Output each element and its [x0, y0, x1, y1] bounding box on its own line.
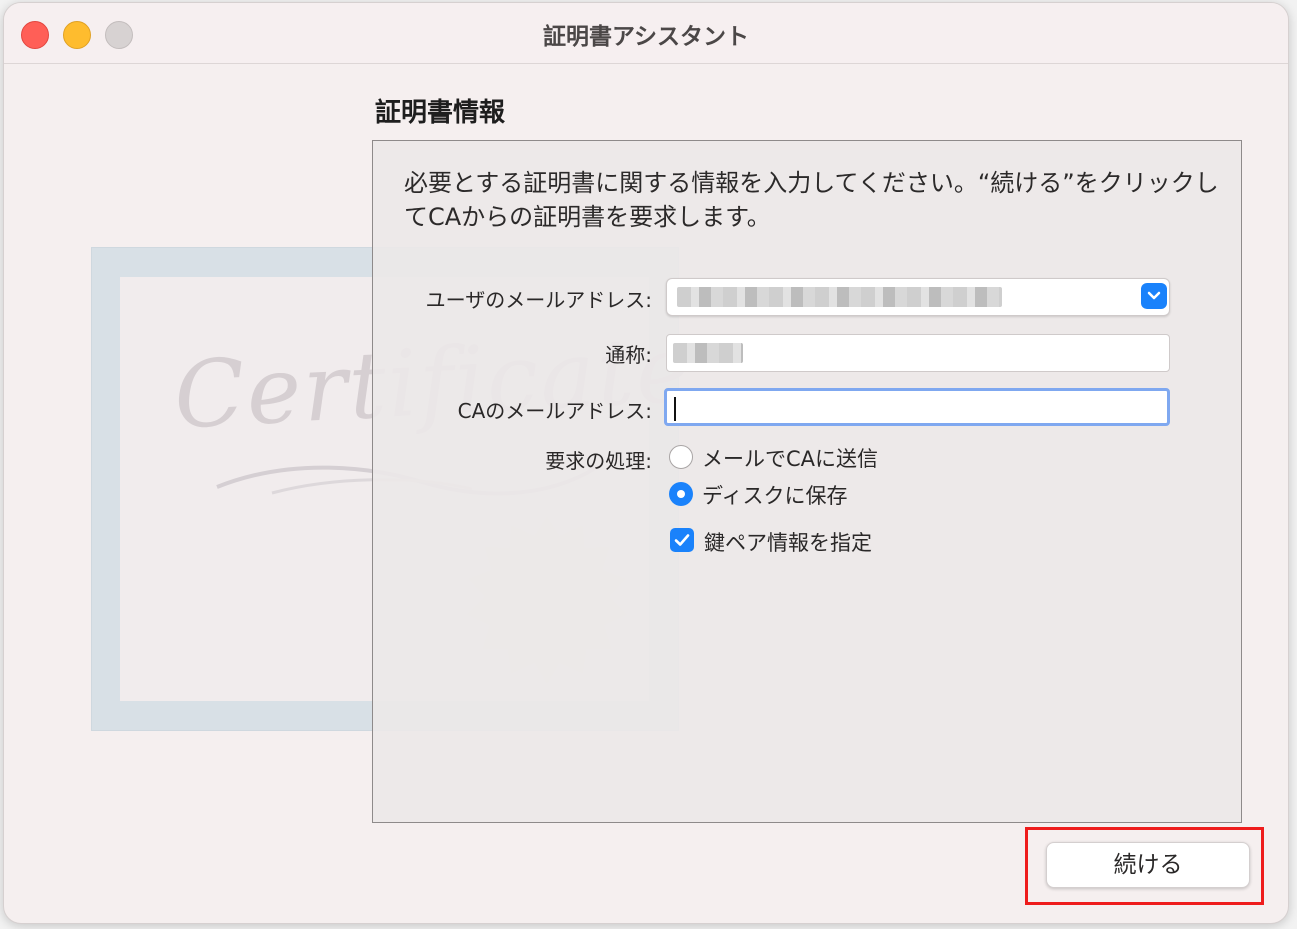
- text-caret: [674, 397, 676, 421]
- section-title: 証明書情報: [375, 98, 506, 128]
- highlight-annotation: [1025, 827, 1264, 905]
- checkmark-icon: [674, 534, 690, 546]
- email-dropdown[interactable]: [666, 278, 1170, 316]
- radio-save-disk[interactable]: [669, 482, 693, 506]
- keypair-checkbox[interactable]: [670, 528, 694, 552]
- common-name-field[interactable]: [666, 334, 1170, 372]
- redacted-name: [673, 343, 743, 363]
- radio-email-ca[interactable]: [669, 445, 693, 469]
- ca-email-input[interactable]: [664, 388, 1170, 426]
- title-bar: 証明書アシスタント: [4, 3, 1288, 64]
- radio-save-disk-label: ディスクに保存: [702, 484, 848, 508]
- email-dropdown-button[interactable]: [1141, 283, 1167, 309]
- instructions-text: 必要とする証明書に関する情報を入力してください。“続ける”をクリックしてCAから…: [404, 169, 1219, 231]
- window-title: 証明書アシスタント: [542, 24, 750, 50]
- radio-email-ca-label: メールでCAに送信: [702, 447, 879, 471]
- email-label: ユーザのメールアドレス:: [425, 288, 652, 312]
- request-label: 要求の処理:: [545, 449, 652, 473]
- ca-email-label: CAのメールアドレス:: [457, 399, 652, 423]
- keypair-checkbox-label: 鍵ペア情報を指定: [704, 531, 872, 555]
- redacted-email: [677, 287, 1002, 307]
- chevron-down-icon: [1147, 291, 1161, 300]
- common-name-label: 通称:: [605, 343, 652, 367]
